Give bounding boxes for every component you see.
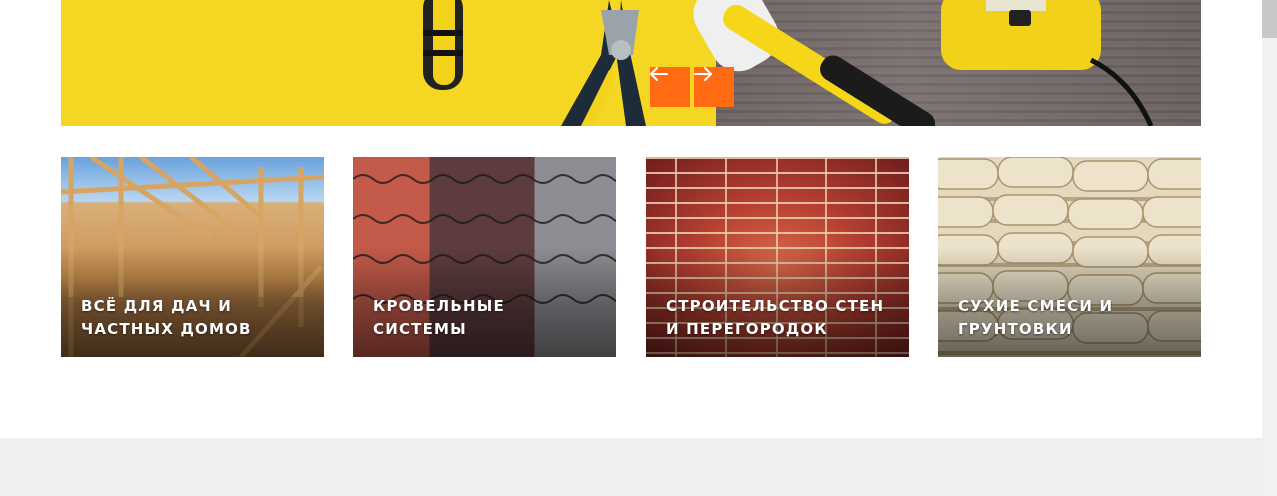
- page-scrollbar[interactable]: [1262, 0, 1277, 496]
- category-card-dachi[interactable]: Всё для дач и частных домов: [61, 157, 324, 357]
- category-title-line2: грунтовки: [958, 320, 1073, 338]
- slider-next-button[interactable]: [694, 67, 734, 107]
- hero-banner: [61, 0, 1201, 126]
- slider-prev-button[interactable]: [650, 67, 690, 107]
- category-title-line1: Всё для дач и: [81, 297, 232, 315]
- category-title: Кровельные системы: [373, 295, 598, 341]
- category-card-dry-mixes[interactable]: Сухие смеси и грунтовки: [938, 157, 1201, 357]
- category-title-line1: Строительство стен: [666, 297, 885, 315]
- category-title-line2: системы: [373, 320, 467, 338]
- category-title-line2: частных домов: [81, 320, 252, 338]
- pliers-icon: [561, 0, 646, 126]
- mallet-icon: [693, 0, 936, 126]
- category-title-line1: Сухие смеси и: [958, 297, 1114, 315]
- tools-illustration: [423, 0, 1154, 126]
- category-title: Сухие смеси и грунтовки: [958, 295, 1183, 341]
- category-card-roofing[interactable]: Кровельные системы: [353, 157, 616, 357]
- scrollbar-thumb[interactable]: [1262, 0, 1277, 38]
- category-title-line2: и перегородок: [666, 320, 828, 338]
- footer-background: [0, 438, 1262, 496]
- arrow-left-icon: [650, 67, 668, 81]
- category-card-walls[interactable]: Строительство стен и перегородок: [646, 157, 909, 357]
- arrow-right-icon: [694, 67, 712, 81]
- page-content: Всё для дач и частных домов Кровельные с…: [0, 0, 1262, 438]
- tape-measure-icon: [941, 0, 1154, 126]
- category-title-line1: Кровельные: [373, 297, 505, 315]
- category-title: Всё для дач и частных домов: [81, 295, 306, 341]
- screwdriver-icon: [423, 0, 463, 90]
- category-title: Строительство стен и перегородок: [666, 295, 891, 341]
